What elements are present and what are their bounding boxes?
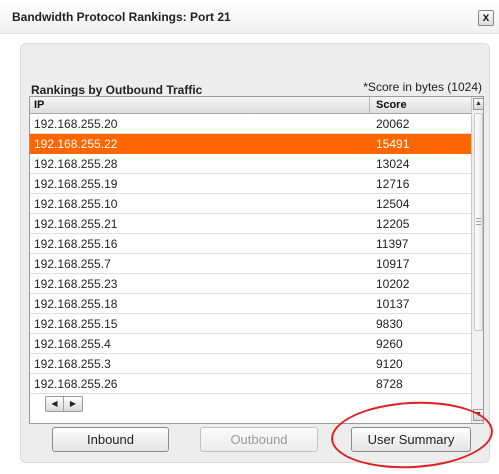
table-row[interactable]: 192.168.255.10 12504 xyxy=(30,194,471,214)
column-divider[interactable] xyxy=(369,97,370,114)
table-row[interactable]: 192.168.255.28 13024 xyxy=(30,154,471,174)
cell-score: 12504 xyxy=(376,197,410,211)
rankings-table: IP Score 192.168.255.20 20062 192.168.255.… xyxy=(29,96,484,424)
rankings-panel: Rankings by Outbound Traffic *Score in b… xyxy=(20,43,490,463)
cell-ip: 192.168.255.19 xyxy=(34,177,118,191)
cell-score: 10202 xyxy=(376,277,410,291)
cell-score: 10137 xyxy=(376,297,410,311)
cell-ip: 192.168.255.18 xyxy=(34,297,118,311)
outbound-button[interactable]: Outbound xyxy=(200,427,318,452)
column-header-ip[interactable]: IP xyxy=(34,99,44,111)
panel-heading: Rankings by Outbound Traffic xyxy=(31,83,203,97)
table-row[interactable]: 192.168.255.15 9830 xyxy=(30,314,471,334)
cell-score: 12716 xyxy=(376,177,410,191)
scroll-right-arrow-icon[interactable]: ▶ xyxy=(64,397,82,411)
cell-score: 9260 xyxy=(376,337,403,351)
cell-ip: 192.168.255.26 xyxy=(34,377,118,391)
table-row[interactable]: 192.168.255.3 9120 xyxy=(30,354,471,374)
vertical-scroll-thumb[interactable] xyxy=(474,113,483,331)
title-bar: Bandwidth Protocol Rankings: Port 21 x xyxy=(0,0,499,34)
cell-ip: 192.168.255.22 xyxy=(34,137,118,151)
cell-score: 12205 xyxy=(376,217,410,231)
cell-score: 8728 xyxy=(376,377,403,391)
grip-line xyxy=(476,218,481,219)
user-summary-button[interactable]: User Summary xyxy=(351,427,471,452)
cell-ip: 192.168.255.4 xyxy=(34,337,111,351)
table-row[interactable]: 192.168.255.16 11397 xyxy=(30,234,471,254)
grip-line xyxy=(476,224,481,225)
cell-ip: 192.168.255.16 xyxy=(34,237,118,251)
dialog-title: Bandwidth Protocol Rankings: Port 21 xyxy=(12,10,231,24)
cell-score: 9830 xyxy=(376,317,403,331)
cell-score: 10917 xyxy=(376,257,410,271)
cell-ip: 192.168.255.28 xyxy=(34,157,118,171)
scroll-down-arrow-icon[interactable]: ▼ xyxy=(473,409,483,421)
table-row[interactable]: 192.168.255.4 9260 xyxy=(30,334,471,354)
table-row[interactable]: 192.168.255.22 15491 xyxy=(30,134,471,154)
scroll-up-arrow-icon[interactable]: ▲ xyxy=(473,98,483,110)
cell-ip: 192.168.255.3 xyxy=(34,357,111,371)
table-row[interactable]: 192.168.255.18 10137 xyxy=(30,294,471,314)
scroll-left-arrow-icon[interactable]: ◀ xyxy=(46,397,64,411)
cell-ip: 192.168.255.15 xyxy=(34,317,118,331)
table-row[interactable]: 192.168.255.23 10202 xyxy=(30,274,471,294)
cell-ip: 192.168.255.10 xyxy=(34,197,118,211)
table-row[interactable]: 192.168.255.21 12205 xyxy=(30,214,471,234)
table-row[interactable]: 192.168.255.20 20062 xyxy=(30,114,471,134)
column-header-score[interactable]: Score xyxy=(376,99,407,111)
grip-line xyxy=(476,221,481,222)
score-unit-note: *Score in bytes (1024) xyxy=(363,80,482,94)
cell-ip: 192.168.255.20 xyxy=(34,117,118,131)
inbound-button[interactable]: Inbound xyxy=(52,427,169,452)
table-row[interactable]: 192.168.255.7 10917 xyxy=(30,254,471,274)
table-row[interactable]: 192.168.255.19 12716 xyxy=(30,174,471,194)
table-row[interactable]: 192.168.255.26 8728 xyxy=(30,374,471,394)
cell-score: 15491 xyxy=(376,137,410,151)
cell-score: 11397 xyxy=(376,237,409,251)
table-header: IP Score xyxy=(30,97,471,114)
cell-ip: 192.168.255.21 xyxy=(34,217,118,231)
vertical-scrollbar[interactable]: ▲ ▼ xyxy=(471,97,483,423)
cell-ip: 192.168.255.7 xyxy=(34,257,111,271)
rankings-dialog: Bandwidth Protocol Rankings: Port 21 x R… xyxy=(0,0,499,474)
cell-score: 20062 xyxy=(376,117,410,131)
cell-ip: 192.168.255.23 xyxy=(34,277,118,291)
cell-score: 13024 xyxy=(376,157,410,171)
horizontal-scrollbar[interactable]: ◀ ▶ xyxy=(45,396,83,412)
cell-score: 9120 xyxy=(376,357,403,371)
close-button[interactable]: x xyxy=(478,10,494,26)
table-body: 192.168.255.20 20062 192.168.255.22 15491 19… xyxy=(30,114,471,394)
